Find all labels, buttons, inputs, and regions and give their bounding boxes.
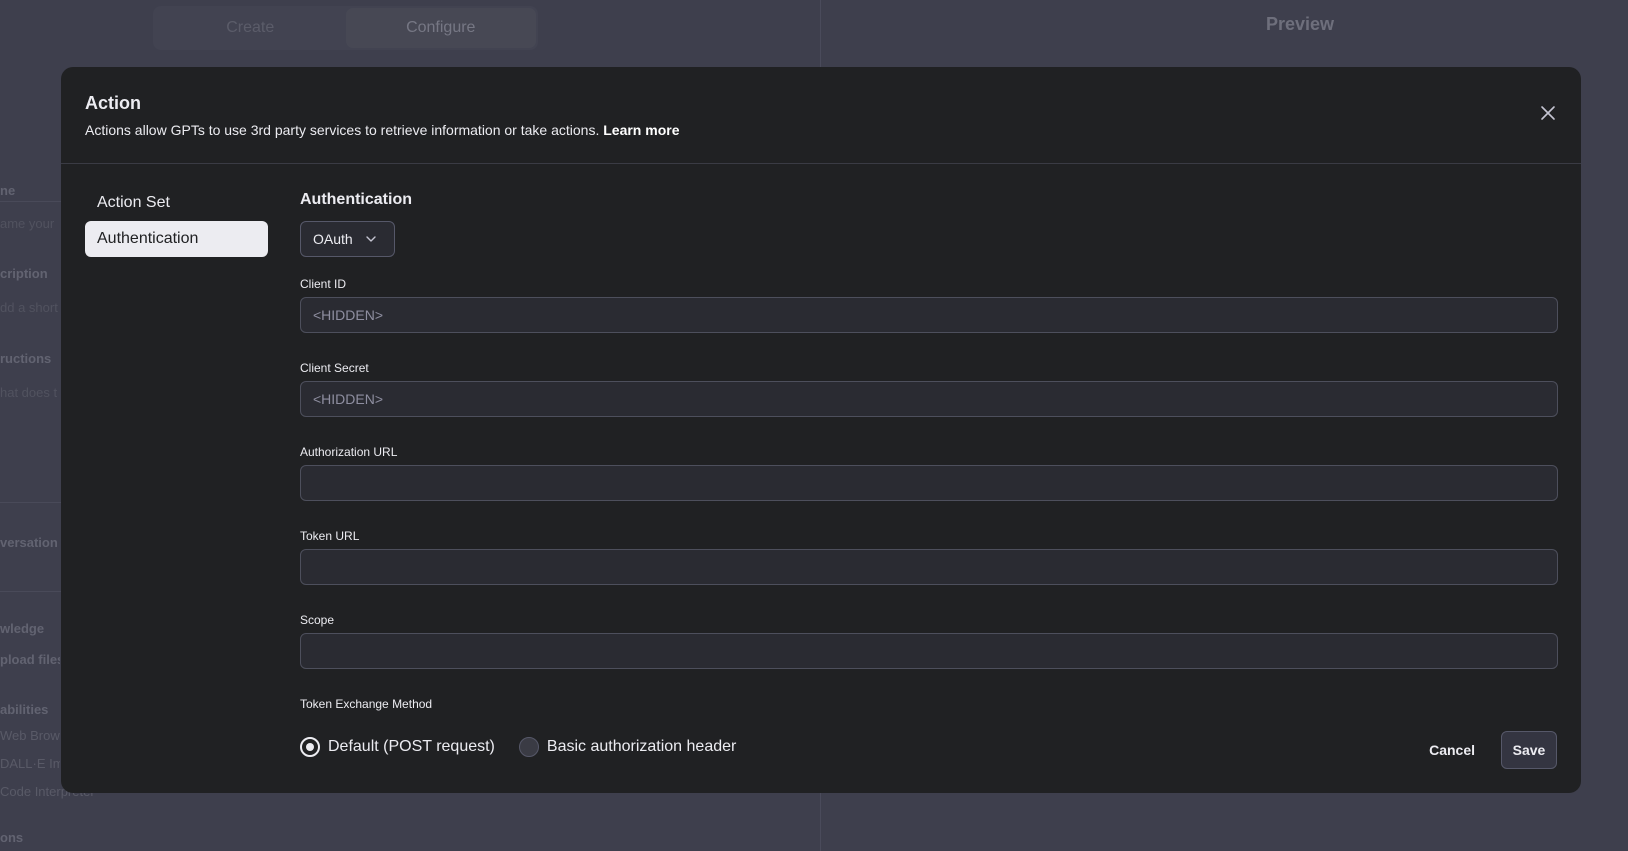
close-icon (1541, 106, 1555, 120)
modal-description: Actions allow GPTs to use 3rd party serv… (85, 122, 679, 138)
token-exchange-label: Token Exchange Method (300, 697, 433, 711)
save-button[interactable]: Save (1501, 731, 1557, 769)
radio-checked-indicator (300, 737, 320, 757)
radio-default-post[interactable]: Default (POST request) (300, 737, 495, 757)
section-title: Authentication (300, 191, 412, 208)
modal-footer: Cancel Save (1413, 731, 1557, 769)
auth-type-select[interactable]: OAuth (300, 221, 395, 257)
auth-type-value: OAuth (313, 231, 353, 247)
client-id-field[interactable] (300, 297, 1558, 333)
client-secret-field[interactable] (300, 381, 1558, 417)
radio-unchecked-indicator (518, 737, 539, 757)
token-exchange-options: Default (POST request) Basic authorizati… (300, 735, 1558, 759)
client-id-label: Client ID (300, 277, 347, 291)
learn-more-link[interactable]: Learn more (603, 122, 679, 138)
authorization-url-label: Authorization URL (300, 445, 398, 459)
authentication-form: Authentication OAuth Client ID Client Se… (300, 191, 1558, 759)
chevron-down-icon (366, 236, 376, 242)
radio-label: Default (POST request) (328, 738, 495, 755)
action-modal: Action Actions allow GPTs to use 3rd par… (61, 67, 1581, 793)
nav-item-authentication[interactable]: Authentication (85, 221, 268, 257)
cancel-button[interactable]: Cancel (1413, 731, 1491, 769)
scope-label: Scope (300, 613, 335, 627)
modal-header: Action Actions allow GPTs to use 3rd par… (61, 67, 1581, 164)
close-button[interactable] (1537, 102, 1559, 124)
nav-item-action-set[interactable]: Action Set (85, 185, 268, 221)
token-url-field[interactable] (300, 549, 1558, 585)
token-url-label: Token URL (300, 529, 360, 543)
authorization-url-field[interactable] (300, 465, 1558, 501)
scope-field[interactable] (300, 633, 1558, 669)
modal-description-text: Actions allow GPTs to use 3rd party serv… (85, 122, 600, 138)
modal-title: Action (85, 93, 141, 113)
radio-basic-auth-header[interactable]: Basic authorization header (518, 737, 737, 757)
radio-label: Basic authorization header (546, 738, 737, 755)
client-secret-label: Client Secret (300, 361, 369, 375)
action-side-nav: Action Set Authentication (85, 185, 268, 257)
